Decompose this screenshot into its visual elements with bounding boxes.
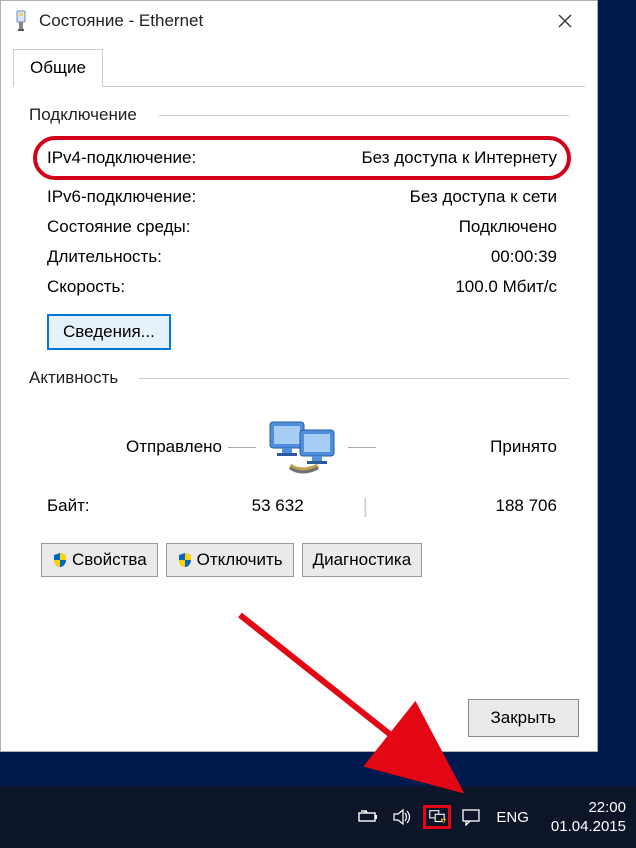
properties-button-label: Свойства bbox=[72, 550, 147, 570]
tab-general[interactable]: Общие bbox=[13, 49, 103, 87]
duration-value: 00:00:39 bbox=[491, 247, 557, 267]
dialog-content: Подключение IPv4-подключение: Без доступ… bbox=[1, 87, 597, 539]
bytes-separator: | bbox=[340, 496, 390, 519]
disable-button[interactable]: Отключить bbox=[166, 543, 294, 577]
speed-label: Скорость: bbox=[47, 277, 125, 297]
uac-shield-icon bbox=[52, 552, 68, 568]
activity-group: Отправлено bbox=[29, 396, 569, 529]
taskbar: ENG 22:00 01.04.2015 bbox=[0, 786, 636, 848]
dialog-footer: Закрыть bbox=[468, 699, 579, 737]
bytes-sent-value: 53 632 bbox=[174, 496, 304, 519]
divider-line bbox=[228, 447, 256, 448]
titlebar: Состояние - Ethernet bbox=[1, 1, 597, 41]
ipv6-value: Без доступа к сети bbox=[410, 187, 557, 207]
connection-group-label: Подключение bbox=[29, 105, 569, 125]
action-center-tray-icon[interactable] bbox=[457, 805, 485, 829]
window-close-button[interactable] bbox=[541, 5, 589, 37]
ipv4-value: Без доступа к Интернету bbox=[361, 148, 557, 168]
close-button[interactable]: Закрыть bbox=[468, 699, 579, 737]
sent-label: Отправлено bbox=[47, 437, 222, 457]
close-icon bbox=[558, 14, 572, 28]
bytes-received-value: 188 706 bbox=[427, 496, 557, 519]
bytes-label: Байт: bbox=[47, 496, 137, 519]
media-state-label: Состояние среды: bbox=[47, 217, 190, 237]
tab-strip: Общие bbox=[13, 49, 585, 87]
diagnose-button[interactable]: Диагностика bbox=[302, 543, 423, 577]
divider-line bbox=[348, 447, 376, 448]
taskbar-date: 01.04.2015 bbox=[551, 817, 626, 837]
properties-button[interactable]: Свойства bbox=[41, 543, 158, 577]
ipv4-highlight: IPv4-подключение: Без доступа к Интернет… bbox=[33, 136, 571, 180]
duration-label: Длительность: bbox=[47, 247, 162, 267]
taskbar-clock[interactable]: 22:00 01.04.2015 bbox=[551, 798, 626, 837]
ipv6-label: IPv6-подключение: bbox=[47, 187, 196, 207]
language-indicator[interactable]: ENG bbox=[496, 809, 529, 826]
ethernet-status-window: Состояние - Ethernet Общие Подключение I… bbox=[0, 0, 598, 752]
disable-button-label: Отключить bbox=[197, 550, 283, 570]
volume-tray-icon[interactable] bbox=[389, 805, 417, 829]
action-buttons-row: Свойства Отключить Диагностика bbox=[1, 539, 597, 577]
network-tray-icon[interactable] bbox=[423, 805, 451, 829]
taskbar-time: 22:00 bbox=[551, 798, 626, 818]
ipv4-label: IPv4-подключение: bbox=[47, 148, 196, 168]
battery-tray-icon[interactable] bbox=[355, 805, 383, 829]
connection-group: IPv4-подключение: Без доступа к Интернет… bbox=[29, 133, 569, 368]
uac-shield-icon bbox=[177, 552, 193, 568]
network-adapter-icon bbox=[13, 10, 29, 32]
speed-value: 100.0 Мбит/с bbox=[455, 277, 557, 297]
window-title: Состояние - Ethernet bbox=[39, 11, 541, 31]
activity-group-label: Активность bbox=[29, 368, 569, 388]
monitors-icon bbox=[262, 416, 342, 478]
received-label: Принято bbox=[382, 437, 557, 457]
media-state-value: Подключено bbox=[459, 217, 557, 237]
details-button[interactable]: Сведения... bbox=[47, 314, 171, 350]
